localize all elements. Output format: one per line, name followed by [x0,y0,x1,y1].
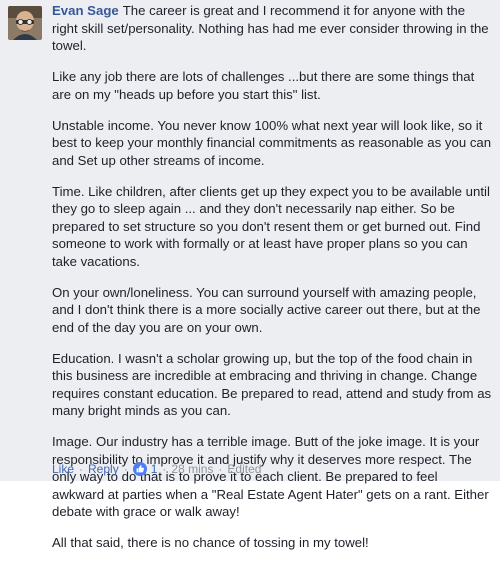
comment-paragraph: Unstable income. You never know 100% wha… [52,117,492,168]
like-count[interactable]: 1 [151,461,158,477]
timestamp[interactable]: 28 mins [171,461,213,477]
avatar-image [8,6,42,40]
separator: · [218,462,223,476]
comment-paragraph: Education. I wasn't a scholar growing up… [52,350,492,419]
separator: · [79,462,84,476]
avatar[interactable] [8,6,42,40]
comment-paragraph: All that said, there is no chance of tos… [52,535,369,550]
like-link[interactable]: Like [52,461,74,477]
comment-paragraph: On your own/loneliness. You can surround… [52,284,481,335]
separator: · [162,462,167,476]
comment-paragraph: Evan Sage The career is great and I recom… [52,2,492,55]
comment-actions: Like · Reply · 1 · 28 mins · Edited [52,461,261,477]
separator: · [123,462,128,476]
comment-paragraph: Time. Like children, after clients get u… [52,183,490,269]
author-name[interactable]: Evan Sage [52,3,119,18]
reply-link[interactable]: Reply [88,461,119,477]
thumbs-up-icon[interactable] [132,462,147,476]
comment: Evan Sage The career is great and I recom… [0,0,500,550]
edited-label[interactable]: Edited [227,461,261,477]
comment-paragraph: Like any job there are lots of challenge… [52,69,475,102]
